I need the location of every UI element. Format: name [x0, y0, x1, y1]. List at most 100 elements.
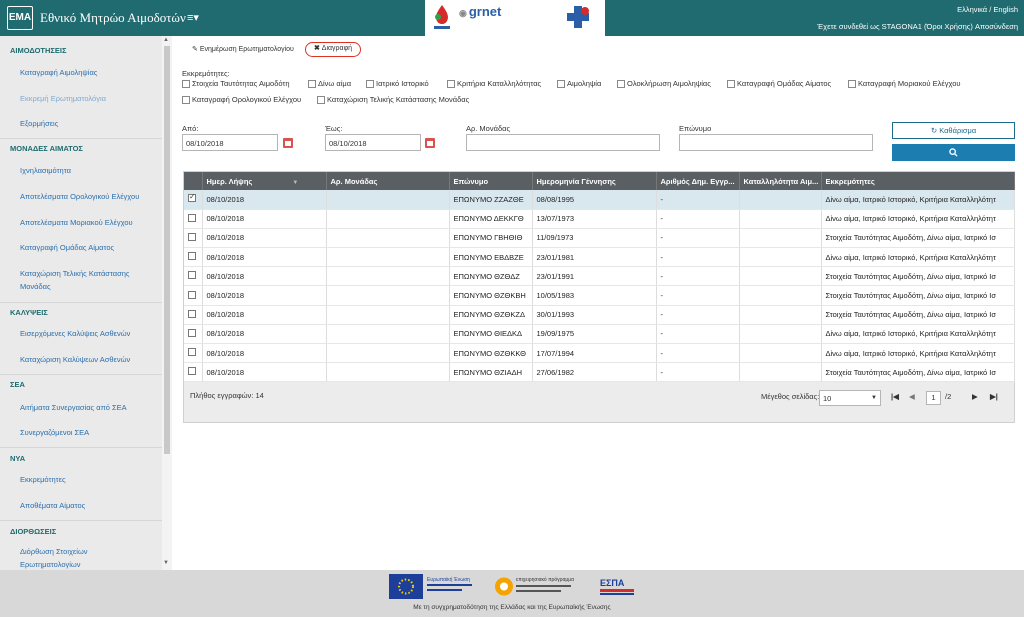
- cell-eligibility: [739, 190, 822, 210]
- search-button[interactable]: [892, 144, 1015, 161]
- table-row[interactable]: 08/10/2018 ΕΠΩΝΥΜΟ ΓΒΗΘΙΘ 11/09/1973- Στοιχ…: [184, 228, 1015, 249]
- sidebar-item-coverage-entry[interactable]: Καταχώριση Καλύψεων Ασθενών: [20, 353, 150, 366]
- delete-button[interactable]: ✖ Διαγραφή: [305, 42, 361, 57]
- column-header-registry[interactable]: Αριθμός Δημ. Εγγρ...: [656, 172, 740, 190]
- update-questionnaire-button[interactable]: ✎ Ενημέρωση Ερωτηματολογίου: [192, 45, 294, 53]
- checkbox[interactable]: [182, 80, 190, 89]
- row-checkbox[interactable]: [188, 192, 196, 203]
- language-switch[interactable]: Ελληνικά / English: [957, 5, 1018, 14]
- sidebar-section-blood-units: ΜΟΝΑΔΕΣ ΑΙΜΑΤΟΣ: [10, 144, 83, 153]
- cell-unit: [326, 209, 450, 229]
- sidebar-item-serology-results[interactable]: Αποτελέσματα Ορολογικού Ελέγχου: [20, 190, 150, 203]
- table-row[interactable]: 08/10/2018 ΕΠΩΝΥΜΟ ΘΙΕΔΚΔ 19/09/1975- Δίνω …: [184, 324, 1015, 345]
- pending-checkbox-completion[interactable]: Ολοκλήρωση Αιμοληψίας: [617, 79, 711, 89]
- pending-checkbox-serology[interactable]: Καταγραφή Ορολογικού Ελέγχου: [182, 95, 301, 105]
- clear-button[interactable]: ↻ Καθάρισμα: [892, 122, 1015, 139]
- column-header-select: [184, 172, 203, 190]
- cell-registry: -: [656, 362, 740, 383]
- cell-birthdate: 11/09/1973: [532, 228, 657, 249]
- from-date-input[interactable]: 08/10/2018: [182, 134, 278, 151]
- row-checkbox[interactable]: [188, 348, 196, 357]
- calendar-icon[interactable]: [283, 138, 293, 148]
- sidebar-item-sea-requests[interactable]: Αιτήματα Συνεργασίας από ΣΕΑ: [20, 401, 150, 414]
- column-header-date[interactable]: Ημερ. Λήψης ▼: [202, 172, 327, 190]
- sidebar-item-molecular-results[interactable]: Αποτελέσματα Μοριακού Ελέγχου: [20, 216, 150, 229]
- calendar-icon[interactable]: [425, 138, 435, 148]
- sidebar-item-traceability[interactable]: Ιχνηλασιμότητα: [20, 164, 150, 177]
- page-size-value: 10: [823, 394, 832, 403]
- sidebar-item-correct-questionnaires[interactable]: Διόρθωση Στοιχείων Ερωτηματολογίων: [20, 545, 150, 570]
- to-date-input[interactable]: 08/10/2018: [325, 134, 421, 151]
- row-checkbox[interactable]: [188, 309, 196, 318]
- cell-eligibility: [739, 228, 822, 249]
- sidebar-scrollbar-thumb[interactable]: [164, 46, 170, 454]
- sidebar-item-blood-stock[interactable]: Αποθέματα Αίματος: [20, 499, 150, 512]
- page-number-input[interactable]: 1: [926, 391, 941, 405]
- results-table: Ημερ. Λήψης ▼ Αρ. Μονάδας Επώνυμο Ημερομη…: [184, 172, 1015, 383]
- sidebar-item-final-unit-status[interactable]: Καταχώριση Τελικής Κατάστασης Μονάδας: [20, 267, 150, 293]
- checkbox[interactable]: [366, 80, 374, 89]
- table-row[interactable]: 08/10/2018 ΕΠΩΝΥΜΟ ΕΒΔΒΖΕ 23/01/1981- Δίνω …: [184, 247, 1015, 268]
- surname-input[interactable]: [679, 134, 873, 151]
- row-checkbox[interactable]: [188, 328, 196, 337]
- pending-checkbox-medical-history[interactable]: Ιατρικό Ιστορικό: [366, 79, 429, 89]
- pending-checkbox-eligibility[interactable]: Κριτήρια Καταλληλότητας: [447, 79, 541, 89]
- checkbox[interactable]: [447, 80, 455, 89]
- row-checkbox[interactable]: [188, 271, 196, 280]
- checkbox[interactable]: [617, 80, 625, 89]
- column-header-pending[interactable]: Εκκρεμότητες: [821, 172, 1015, 190]
- sidebar-item-partner-sea[interactable]: Συνεργαζόμενοι ΣΕΑ: [20, 426, 150, 439]
- login-info[interactable]: Έχετε συνδεθεί ως STAGONA1 (Όροι Χρήσης)…: [817, 22, 1018, 31]
- table-row[interactable]: 08/10/2018 ΕΠΩΝΥΜΟ ΘΖΙΑΔΗ 27/06/1982- Στοιχ…: [184, 362, 1015, 383]
- checkbox[interactable]: [182, 96, 190, 105]
- row-checkbox[interactable]: [188, 252, 196, 261]
- table-row[interactable]: 08/10/2018 ΕΠΩΝΥΜΟ ΘΖΘΚΒΗ 10/05/1983- Στοιχ…: [184, 285, 1015, 306]
- next-page-icon[interactable]: ▶: [972, 392, 978, 401]
- edit-icon: ✎: [192, 46, 200, 53]
- checkbox[interactable]: [557, 80, 565, 89]
- cell-birthdate: 27/06/1982: [532, 362, 657, 383]
- pending-checkbox-donor-identity[interactable]: Στοιχεία Ταυτότητας Αιμοδότη: [182, 79, 290, 89]
- pending-checkbox-bloodletting[interactable]: Αιμοληψία: [557, 79, 601, 89]
- pending-checkbox-blood-group[interactable]: Καταγραφή Ομάδας Αίματος: [727, 79, 831, 89]
- checkbox-label: Καταχώριση Τελικής Κατάστασης Μονάδας: [327, 95, 470, 104]
- last-page-icon[interactable]: ▶|: [990, 392, 998, 401]
- scroll-down-icon[interactable]: ▼: [163, 560, 169, 566]
- column-header-birthdate[interactable]: Ημερομηνία Γέννησης: [532, 172, 657, 190]
- sidebar-item-incoming-coverage[interactable]: Εισερχόμενες Καλύψεις Ασθενών: [20, 327, 150, 340]
- prev-page-icon[interactable]: ◀: [909, 392, 915, 401]
- row-checkbox[interactable]: [188, 290, 196, 299]
- partner-logos: ◉ grnet: [425, 0, 605, 36]
- scroll-up-icon[interactable]: ▲: [163, 37, 169, 43]
- column-header-unit[interactable]: Αρ. Μονάδας: [326, 172, 450, 190]
- row-checkbox[interactable]: [188, 367, 196, 376]
- menu-toggle-icon[interactable]: ≡▾: [187, 11, 199, 24]
- row-checkbox[interactable]: [188, 232, 196, 241]
- checkbox[interactable]: [308, 80, 316, 89]
- pending-checkbox-final-status[interactable]: Καταχώριση Τελικής Κατάστασης Μονάδας: [317, 95, 470, 105]
- pending-checkbox-molecular[interactable]: Καταγραφή Μοριακού Ελέγχου: [848, 79, 960, 89]
- table-row[interactable]: 08/10/2018 ΕΠΩΝΥΜΟ ΔΕΚΚΓΘ 13/07/1973- Δίνω …: [184, 209, 1015, 229]
- first-page-icon[interactable]: |◀: [891, 392, 899, 401]
- table-row[interactable]: 08/10/2018 ΕΠΩΝΥΜΟ ΘΖΘΚΚΘ 17/07/1994- Δίνω …: [184, 343, 1015, 364]
- column-header-eligibility[interactable]: Καταλληλότητα Αιμ...: [739, 172, 822, 190]
- row-checkbox[interactable]: [188, 213, 196, 222]
- checkbox[interactable]: [317, 96, 325, 105]
- checkbox[interactable]: [727, 80, 735, 89]
- chevron-down-icon: ▼: [871, 395, 877, 401]
- sidebar-item-pending-questionnaires[interactable]: Εκκρεμή Ερωτηματολόγια: [20, 92, 150, 105]
- unit-number-input[interactable]: [466, 134, 660, 151]
- page-size-select[interactable]: 10 ▼: [819, 390, 881, 406]
- sidebar-item-record-bloodletting[interactable]: Καταγραφή Αιμοληψίας: [20, 66, 150, 79]
- pending-checkbox-give-blood[interactable]: Δίνω αίμα: [308, 79, 351, 89]
- operational-program-logo-text: επιχειρησιακό πρόγραμμα: [516, 576, 574, 583]
- table-row[interactable]: 08/10/2018 ΕΠΩΝΥΜΟ ΘΖΘΔΖ 23/01/1991- Στοιχε…: [184, 266, 1015, 287]
- sidebar-item-campaigns[interactable]: Εξορμήσεις: [20, 117, 150, 130]
- checkbox[interactable]: [848, 80, 856, 89]
- sidebar-item-pending[interactable]: Εκκρεμότητες: [20, 473, 150, 486]
- table-row[interactable]: 08/10/2018 ΕΠΩΝΥΜΟ ΖΖΑΖΘΕ08/08/1995- Δίνω …: [184, 190, 1015, 210]
- column-header-surname[interactable]: Επώνυμο: [449, 172, 533, 190]
- cell-surname: ΕΠΩΝΥΜΟ ΘΙΕΔΚΔ: [449, 324, 533, 345]
- table-row[interactable]: 08/10/2018 ΕΠΩΝΥΜΟ ΘΖΘΚΖΔ 30/01/1993- Στοιχ…: [184, 305, 1015, 325]
- sidebar-item-blood-group[interactable]: Καταγραφή Ομάδας Αίματος: [20, 241, 150, 254]
